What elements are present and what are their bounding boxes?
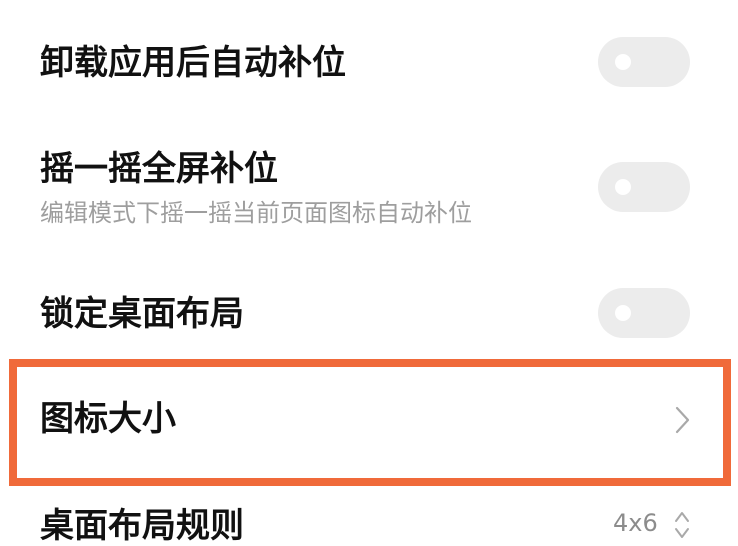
chevron-right-icon xyxy=(675,406,690,434)
setting-row-shake-fill[interactable]: 摇一摇全屏补位 编辑模式下摇一摇当前页面图标自动补位 xyxy=(0,130,738,250)
layout-rule-value: 4x6 xyxy=(613,509,658,537)
toggle-knob xyxy=(615,305,631,321)
setting-title: 摇一摇全屏补位 xyxy=(40,149,278,189)
up-down-chevron-icon xyxy=(675,512,689,538)
toggle-knob xyxy=(615,179,631,195)
toggle-knob xyxy=(615,54,631,70)
setting-row-icon-size[interactable]: 图标大小 xyxy=(0,365,738,475)
setting-title: 桌面布局规则 xyxy=(40,506,244,546)
auto-fill-toggle[interactable] xyxy=(598,37,690,87)
shake-fill-toggle[interactable] xyxy=(598,162,690,212)
setting-subtitle: 编辑模式下摇一摇当前页面图标自动补位 xyxy=(40,199,472,227)
setting-title: 锁定桌面布局 xyxy=(40,294,244,334)
setting-title: 卸载应用后自动补位 xyxy=(40,43,346,83)
setting-row-lock-layout[interactable]: 锁定桌面布局 xyxy=(0,250,738,360)
setting-row-auto-fill-after-uninstall[interactable]: 卸载应用后自动补位 xyxy=(0,0,738,130)
setting-title: 图标大小 xyxy=(40,399,176,439)
lock-layout-toggle[interactable] xyxy=(598,288,690,338)
